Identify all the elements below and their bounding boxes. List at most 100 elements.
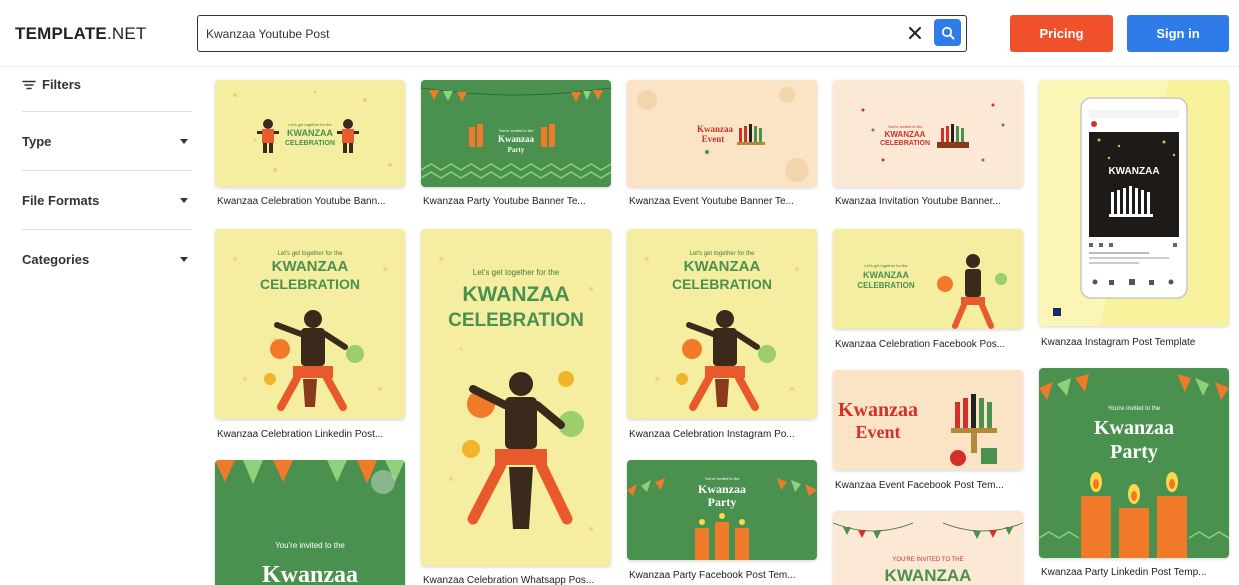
template-card[interactable]: Kwanzaa Event Kwanzaa Event Facebook Pos…: [833, 370, 1023, 495]
kwanzaa-invited-post-image: YOU'RE INVITED TO THE KWANZAA: [833, 511, 1023, 585]
filter-type[interactable]: Type: [22, 111, 192, 170]
celebration-heading: CELEBRATION: [857, 281, 914, 290]
template-card[interactable]: Let's get together for the KWANZAA CELEB…: [421, 229, 611, 585]
template-thumbnail: Kwanzaa Event: [627, 80, 817, 187]
party-heading: Party: [708, 495, 737, 509]
template-thumbnail: You're invited to the Kwanzaa: [215, 460, 405, 585]
template-title: Kwanzaa Celebration Youtube Bann...: [217, 196, 386, 207]
kwanzaa-heading: KWANZAA: [863, 270, 909, 280]
chevron-down-icon: [180, 197, 188, 203]
template-card[interactable]: KWANZAA Kwanzaa Instagram Post Template: [1039, 80, 1229, 352]
template-title: Kwanzaa Party Linkedin Post Temp...: [1041, 567, 1207, 578]
template-title: Kwanzaa Event Facebook Post Tem...: [835, 480, 1004, 491]
template-thumbnail: YOU'RE INVITED TO THE KWANZAA: [833, 511, 1023, 585]
kwanzaa-heading: KWANZAA: [462, 283, 569, 306]
youre-invited-text: You're invited to the: [888, 124, 924, 129]
template-card[interactable]: You're invited to the Kwanzaa: [215, 460, 405, 585]
template-thumbnail: You're invited to the Kwanzaa Party: [627, 460, 817, 560]
search-input[interactable]: [206, 25, 886, 43]
kwanzaa-heading: KWANZAA: [1108, 166, 1159, 177]
search-icon: [941, 26, 954, 39]
template-thumbnail: KWANZAA: [1039, 80, 1229, 326]
template-card[interactable]: YOU'RE INVITED TO THE KWANZAA: [833, 511, 1023, 585]
template-title: Kwanzaa Invitation Youtube Banner...: [835, 196, 1001, 207]
template-title: Kwanzaa Celebration Instagram Po...: [629, 429, 795, 440]
clear-search-button[interactable]: [905, 23, 925, 43]
kwanzaa-dancer-image: Let's get together for the KWANZAA CELEB…: [215, 229, 405, 419]
template-title: Kwanzaa Instagram Post Template: [1041, 337, 1196, 348]
template-title: Kwanzaa Party Youtube Banner Te...: [423, 196, 586, 207]
template-card[interactable]: You're invited to the Kwanzaa Party Kwan…: [1039, 368, 1229, 585]
kwanzaa-heading: Kwanzaa: [1094, 417, 1174, 439]
kwanzaa-heading: KWANZAA: [885, 566, 972, 585]
template-card[interactable]: Let's get together for the KWANZAA CELEB…: [215, 229, 405, 445]
lets-get-together-text: Let's get together for the: [278, 251, 344, 257]
template-title: Kwanzaa Celebration Whatsapp Pos...: [423, 575, 595, 585]
celebration-heading: CELEBRATION: [672, 276, 772, 292]
kwanzaa-party-banner-image: You're invited to the Kwanzaa Party: [421, 80, 611, 187]
kwanzaa-heading: KWANZAA: [684, 258, 761, 275]
youre-invited-text: You're invited to the: [705, 476, 741, 481]
zoom-icon: [371, 470, 395, 494]
event-heading: Event: [702, 134, 725, 144]
template-card[interactable]: Let's get together for the KWANZAA CELEB…: [627, 229, 817, 445]
filters-label: Filters: [42, 77, 82, 92]
kwanzaa-party-post-image: You're invited to the Kwanzaa Party: [627, 460, 817, 560]
kwanzaa-celebration-banner-image: Let's get together for the KWANZAA CELEB…: [215, 80, 405, 187]
site-logo[interactable]: TEMPLATE.NET: [15, 24, 146, 44]
filter-file-formats[interactable]: File Formats: [22, 170, 192, 229]
template-thumbnail: Let's get together for the KWANZAA CELEB…: [627, 229, 817, 419]
template-title: Kwanzaa Party Facebook Post Tem...: [629, 570, 796, 581]
lets-get-together-text: Let's get together for the: [288, 122, 332, 127]
search-button[interactable]: [934, 19, 961, 46]
youre-invited-text: You're invited to the: [275, 541, 345, 550]
template-card[interactable]: You're invited to the Kwanzaa Party Kwan…: [421, 80, 611, 212]
pricing-button[interactable]: Pricing: [1010, 15, 1113, 52]
template-title: Kwanzaa Celebration Facebook Pos...: [835, 339, 1006, 350]
template-thumbnail: Let's get together for the KWANZAA CELEB…: [215, 80, 405, 187]
kwanzaa-celebration-post-image: Let's get together for the KWANZAA CELEB…: [833, 229, 1023, 329]
template-title: Kwanzaa Celebration Linkedin Post...: [217, 429, 384, 440]
logo-bold-text: TEMPLATE: [15, 24, 107, 43]
search-box: [197, 15, 967, 52]
template-card[interactable]: Let's get together for the KWANZAA CELEB…: [215, 80, 405, 212]
template-card[interactable]: Kwanzaa Event Kwanzaa Event Youtube Bann…: [627, 80, 817, 212]
kwanzaa-event-post-image: Kwanzaa Event: [833, 370, 1023, 470]
template-thumbnail: Kwanzaa Event: [833, 370, 1023, 470]
kwanzaa-party-invite-image: You're invited to the Kwanzaa: [215, 460, 405, 585]
kwanzaa-instagram-mockup-image: KWANZAA: [1039, 80, 1229, 326]
kwanzaa-invitation-banner-image: You're invited to the KWANZAA CELEBRATIO…: [833, 80, 1023, 187]
template-thumbnail: You're invited to the KWANZAA CELEBRATIO…: [833, 80, 1023, 187]
template-title: Kwanzaa Event Youtube Banner Te...: [629, 196, 794, 207]
top-header: TEMPLATE.NET Pricing Sign in: [0, 0, 1239, 67]
filter-type-label: Type: [22, 133, 52, 149]
event-heading: Event: [856, 422, 901, 442]
chevron-down-icon: [180, 138, 188, 144]
lets-get-together-text: Let's get together for the: [864, 263, 908, 268]
template-thumbnail: You're invited to the Kwanzaa Party: [1039, 368, 1229, 558]
celebration-heading: CELEBRATION: [260, 276, 360, 292]
celebration-heading: CELEBRATION: [448, 310, 584, 331]
celebration-heading: CELEBRATION: [880, 140, 930, 147]
kwanzaa-heading: Kwanzaa: [498, 134, 535, 144]
party-heading: Party: [508, 146, 525, 154]
kwanzaa-heading: Kwanzaa: [838, 399, 918, 421]
kwanzaa-dancer-image: Let's get together for the KWANZAA CELEB…: [627, 229, 817, 419]
filter-categories[interactable]: Categories: [22, 229, 192, 288]
template-card[interactable]: You're invited to the Kwanzaa Party Kwan…: [627, 460, 817, 585]
filters-header[interactable]: Filters: [22, 77, 81, 92]
template-thumbnail: You're invited to the Kwanzaa Party: [421, 80, 611, 187]
filter-icon: [22, 80, 36, 89]
filter-file-formats-label: File Formats: [22, 192, 100, 208]
app-root: TEMPLATE.NET Pricing Sign in: [0, 0, 1239, 585]
template-card[interactable]: Let's get together for the KWANZAA CELEB…: [833, 229, 1023, 354]
party-heading: Party: [1110, 441, 1158, 463]
template-card[interactable]: You're invited to the KWANZAA CELEBRATIO…: [833, 80, 1023, 212]
sign-in-button[interactable]: Sign in: [1127, 15, 1229, 52]
filter-sidebar: Filters Type File Formats Categories: [0, 67, 198, 585]
filter-categories-label: Categories: [22, 251, 90, 267]
youre-invited-text: You're invited to the: [499, 128, 535, 133]
logo-light-text: .NET: [106, 24, 147, 43]
youre-invited-text: YOU'RE INVITED TO THE: [892, 557, 963, 563]
lets-get-together-text: Let's get together for the: [473, 268, 560, 277]
